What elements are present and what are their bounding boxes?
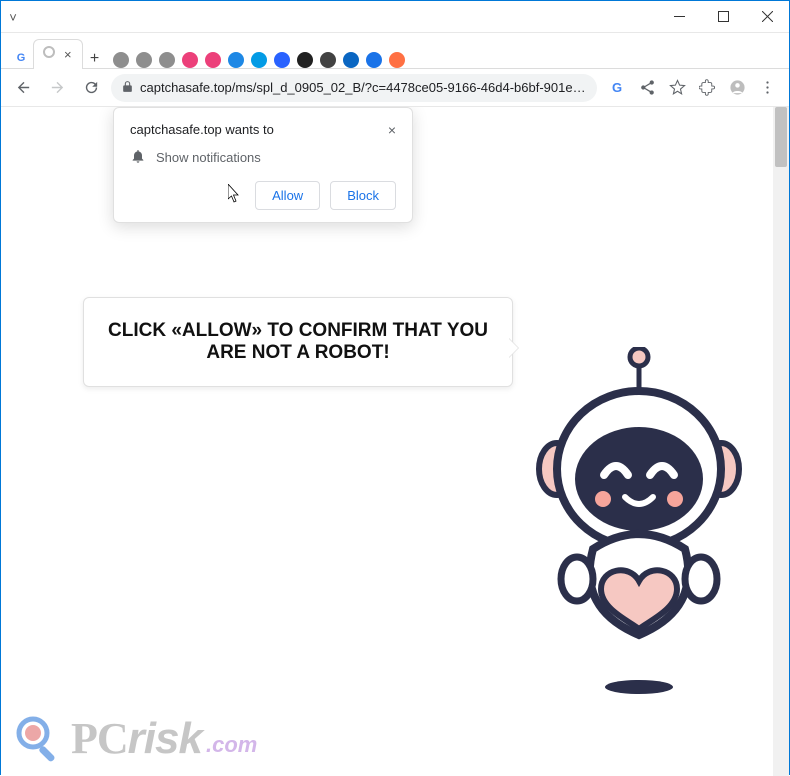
browser-toolbar: captchasafe.top/ms/spl_d_0905_02_B/?c=44… <box>1 69 789 107</box>
tsk-icon[interactable] <box>251 52 267 68</box>
profile-avatar[interactable] <box>723 74 751 102</box>
globe-icon[interactable] <box>159 52 175 68</box>
permission-request-label: Show notifications <box>156 150 261 165</box>
block-button[interactable]: Block <box>330 181 396 210</box>
lock-icon <box>121 80 134 96</box>
tab-overflow-chevron[interactable]: ˅ <box>1 10 25 25</box>
kebab-menu-icon[interactable] <box>753 74 781 102</box>
url-text: captchasafe.top/ms/spl_d_0905_02_B/?c=44… <box>140 80 587 95</box>
v-shield-icon[interactable] <box>274 52 290 68</box>
window-titlebar: ˅ <box>1 1 789 33</box>
reload-button[interactable] <box>77 74 105 102</box>
google-g-icon[interactable]: G <box>11 48 31 68</box>
page-content: captchasafe.top wants to × Show notifica… <box>1 107 789 776</box>
magnifier-icon <box>15 715 63 763</box>
bubble-text: CLICK «ALLOW» TO CONFIRM THAT YOU ARE NO… <box>108 320 488 363</box>
dot-blue-icon[interactable] <box>228 52 244 68</box>
watermark: PCrisk .com <box>15 713 257 764</box>
window-close-button[interactable] <box>745 1 789 32</box>
notification-permission-dialog: captchasafe.top wants to × Show notifica… <box>113 107 413 223</box>
window-maximize-button[interactable] <box>701 1 745 32</box>
square-icon[interactable] <box>320 52 336 68</box>
window-minimize-button[interactable] <box>657 1 701 32</box>
robot-illustration <box>529 347 749 707</box>
allow-button[interactable]: Allow <box>255 181 320 210</box>
speech-bubble: CLICK «ALLOW» TO CONFIRM THAT YOU ARE NO… <box>83 297 513 387</box>
o-pink-icon[interactable] <box>205 52 221 68</box>
share-icon[interactable] <box>633 74 661 102</box>
tab-favicon-loading-icon <box>42 45 56 64</box>
permission-origin-text: captchasafe.top wants to <box>130 122 274 138</box>
permission-close-button[interactable]: × <box>388 122 396 138</box>
star-icon[interactable] <box>663 74 691 102</box>
grid-icon[interactable] <box>366 52 382 68</box>
watermark-domain: .com <box>206 732 257 758</box>
tab-close-button[interactable]: × <box>62 47 74 62</box>
bell-icon <box>130 148 146 167</box>
tab-strip: G × + <box>1 33 789 69</box>
active-tab[interactable]: × <box>33 39 83 69</box>
o-pink-icon[interactable] <box>182 52 198 68</box>
globe-icon[interactable] <box>113 52 129 68</box>
address-bar[interactable]: captchasafe.top/ms/spl_d_0905_02_B/?c=44… <box>111 74 597 102</box>
orange-sq-icon[interactable] <box>389 52 405 68</box>
scrollbar-thumb[interactable] <box>775 107 787 167</box>
google-search-icon[interactable]: G <box>603 74 631 102</box>
forward-button[interactable] <box>43 74 71 102</box>
extensions-icon[interactable] <box>693 74 721 102</box>
globe-icon[interactable] <box>136 52 152 68</box>
back-button[interactable] <box>9 74 37 102</box>
watermark-brand: PCrisk <box>71 713 202 764</box>
linkedin-icon[interactable] <box>343 52 359 68</box>
vertical-scrollbar[interactable] <box>773 107 789 776</box>
d-circle-icon[interactable] <box>297 52 313 68</box>
new-tab-button[interactable]: + <box>83 50 107 68</box>
